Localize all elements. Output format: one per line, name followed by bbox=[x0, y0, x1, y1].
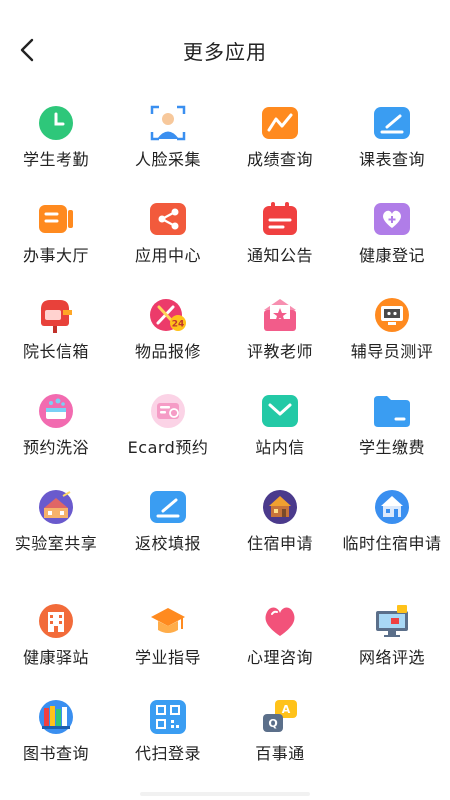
svg-text:Q: Q bbox=[268, 717, 277, 730]
header: 更多应用 bbox=[0, 0, 450, 100]
heart-icon bbox=[265, 607, 295, 636]
home-icon bbox=[375, 490, 409, 524]
app-label: 图书查询 bbox=[22, 744, 89, 763]
computer-icon bbox=[376, 605, 408, 637]
app-label: 返校填报 bbox=[134, 534, 201, 553]
app-label: 办事大厅 bbox=[22, 246, 89, 265]
app-label: 百事通 bbox=[255, 744, 305, 763]
app-label: 实验室共享 bbox=[14, 534, 98, 553]
app-label: 代扫登录 bbox=[134, 744, 201, 763]
form-icon bbox=[150, 491, 186, 523]
app-label: 课表查询 bbox=[358, 150, 425, 169]
qr-code-icon bbox=[150, 700, 186, 734]
app-label: 网络评选 bbox=[358, 648, 425, 667]
books-icon bbox=[39, 700, 73, 734]
home-indicator bbox=[140, 792, 310, 796]
house-icon bbox=[263, 490, 297, 524]
app-label: 人脸采集 bbox=[134, 150, 201, 169]
schedule-icon bbox=[374, 107, 410, 139]
app-label: 辅导员测评 bbox=[350, 342, 434, 361]
app-label: 住宿申请 bbox=[246, 534, 313, 553]
app-label: 物品报修 bbox=[134, 342, 201, 361]
app-label: 评教老师 bbox=[246, 342, 313, 361]
folder-icon bbox=[374, 396, 410, 427]
chart-icon bbox=[262, 107, 298, 139]
repair-icon: 24 bbox=[150, 299, 186, 331]
app-label: 心理咨询 bbox=[246, 648, 313, 667]
face-scan-icon bbox=[150, 105, 186, 141]
ecard-icon bbox=[151, 394, 185, 428]
app-label: 站内信 bbox=[255, 438, 305, 457]
app-label: Ecard预约 bbox=[127, 438, 209, 457]
hospital-icon bbox=[39, 604, 73, 638]
app-label: 应用中心 bbox=[134, 246, 201, 265]
app-label: 健康登记 bbox=[358, 246, 425, 265]
app-label: 临时住宿申请 bbox=[342, 534, 442, 553]
calendar-icon bbox=[263, 202, 297, 235]
app-label: 预约洗浴 bbox=[22, 438, 89, 457]
svg-text:24: 24 bbox=[172, 320, 185, 330]
app-label: 学生缴费 bbox=[358, 438, 425, 457]
star-envelope-icon bbox=[264, 299, 296, 331]
qa-bubble-icon: A Q bbox=[263, 700, 297, 732]
bath-icon bbox=[39, 394, 73, 428]
monitor-icon bbox=[375, 298, 409, 332]
app-label: 健康驿站 bbox=[22, 648, 89, 667]
app-label: 成绩查询 bbox=[246, 150, 313, 169]
app-label: 学生考勤 bbox=[22, 150, 89, 169]
graduation-cap-icon bbox=[151, 608, 185, 633]
message-icon bbox=[262, 395, 298, 427]
mailbox-icon bbox=[41, 300, 72, 333]
share-icon bbox=[150, 203, 186, 235]
app-label: 通知公告 bbox=[246, 246, 313, 265]
svg-text:A: A bbox=[282, 703, 291, 716]
app-label: 院长信箱 bbox=[22, 342, 89, 361]
page-title: 更多应用 bbox=[183, 40, 267, 64]
lab-icon bbox=[39, 490, 73, 524]
app-label: 学业指导 bbox=[134, 648, 201, 667]
heart-card-icon bbox=[374, 203, 410, 235]
video-icon bbox=[39, 205, 73, 233]
clock-icon bbox=[39, 106, 73, 140]
